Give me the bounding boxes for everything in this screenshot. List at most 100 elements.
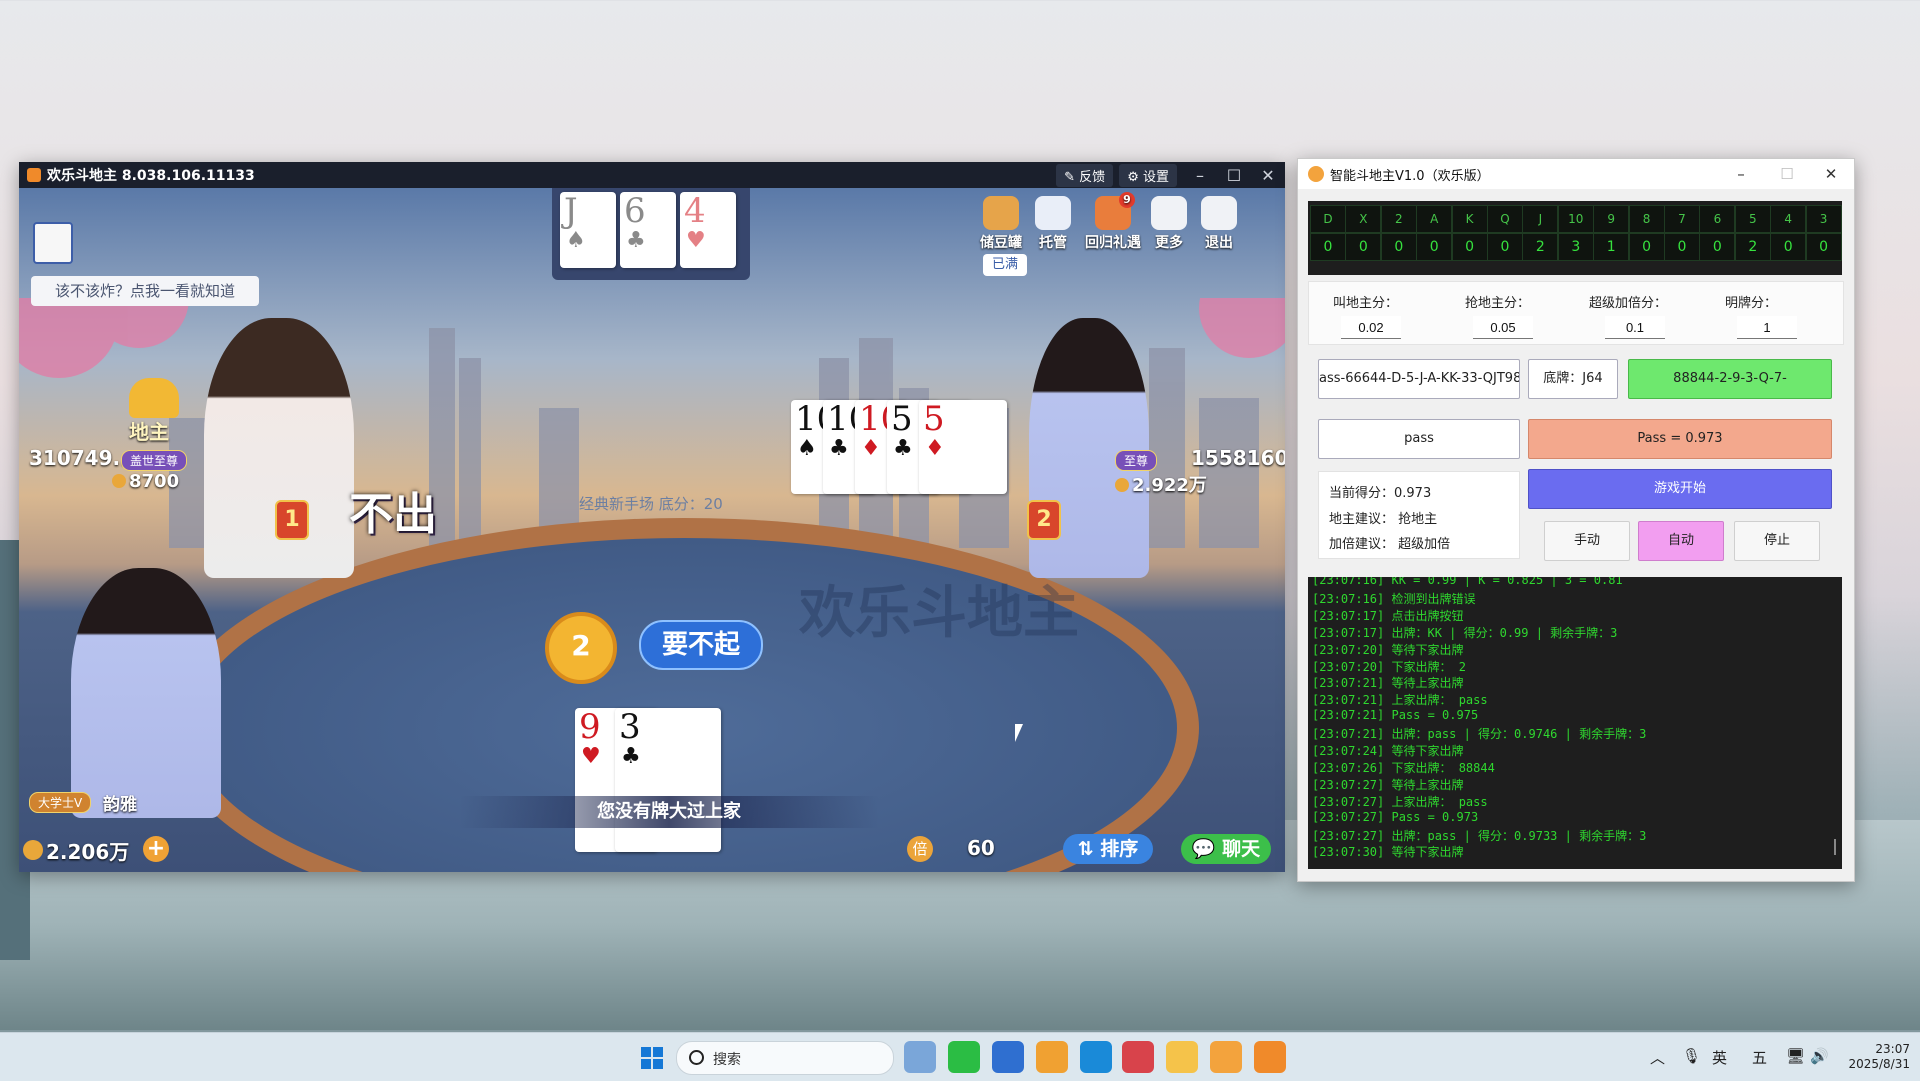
- stop-button[interactable]: 停止: [1734, 521, 1820, 561]
- grab-landlord-input[interactable]: [1473, 316, 1533, 339]
- log-console[interactable]: [23:07:16] KK = 0.99 | K = 0.825 | 3 = 0…: [1308, 577, 1842, 869]
- log-line: [23:07:27] 上家出牌： pass: [1312, 794, 1488, 809]
- pass-field[interactable]: pass: [1318, 419, 1520, 459]
- helper-window: 智能斗地主V1.0（欢乐版） – ☐ ✕ D 0 X 0 2 0 A 0 K 0 Q 0 J 2 10 3 9 1…: [1297, 158, 1855, 882]
- played-card: 5 ♦: [919, 400, 1007, 494]
- auto-button[interactable]: 自动: [1638, 521, 1724, 561]
- log-line: [23:07:27] 出牌：pass | 得分：0.9733 | 剩余手牌：3: [1312, 828, 1647, 843]
- return-gift-button[interactable]: 9 回归礼遇: [1085, 192, 1141, 252]
- taskbar-app-remote-icon[interactable]: [904, 1041, 936, 1073]
- windows-start-icon[interactable]: [641, 1047, 663, 1069]
- return-gift-label: 回归礼遇: [1085, 235, 1141, 251]
- landlord-card: J ♠: [560, 192, 616, 268]
- chat-button[interactable]: 💬 聊天: [1181, 834, 1271, 864]
- taskbar-clock[interactable]: 23:07 2025/8/31: [1840, 1042, 1910, 1072]
- close-icon[interactable]: ✕: [1808, 159, 1854, 189]
- table-logo: 欢乐斗地主: [799, 581, 1079, 646]
- ime-mode[interactable]: 五: [1752, 1047, 1767, 1068]
- taskbar-app-qq-icon[interactable]: [1122, 1041, 1154, 1073]
- landlord-suggestion-text: 地主建议： 抢地主: [1329, 512, 1438, 527]
- log-line: [23:07:27] Pass = 0.973: [1312, 809, 1479, 824]
- network-icon[interactable]: 🖥: [1786, 1047, 1805, 1065]
- log-line: [23:07:21] 出牌：pass | 得分：0.9746 | 剩余手牌：3: [1312, 727, 1647, 742]
- minimize-icon[interactable]: –: [1183, 166, 1217, 185]
- bottom-cards-field[interactable]: 底牌：J64: [1528, 359, 1618, 399]
- taskbar-app-helper-icon[interactable]: [1210, 1041, 1242, 1073]
- taskbar-app-edge-icon[interactable]: [1080, 1041, 1112, 1073]
- bean-jar-icon: [983, 196, 1019, 230]
- right-player-name: 1558160...: [1191, 446, 1285, 470]
- tray-chevron-icon[interactable]: ︿: [1650, 1047, 1665, 1068]
- game-titlebar: 欢乐斗地主 8.038.106.11133 ✎ 反馈 ⚙ 设置 – ☐ ✕: [19, 162, 1285, 188]
- call-landlord-label: 叫地主分：: [1333, 296, 1399, 311]
- right-player-coins-value: 2.922万: [1132, 475, 1207, 496]
- suggested-play-field[interactable]: 88844-2-9-3-Q-7-: [1628, 359, 1832, 399]
- auto-play-button[interactable]: 托管: [1029, 196, 1077, 252]
- taskbar-app-notes-icon[interactable]: [992, 1041, 1024, 1073]
- exit-label: 退出: [1205, 235, 1233, 251]
- sort-button[interactable]: ⇅ 排序: [1063, 834, 1153, 864]
- game-bottom-bar: 2.206万 + 倍 60 ⇅ 排序 💬 聊天: [19, 828, 1285, 872]
- minimize-icon[interactable]: –: [1718, 159, 1764, 189]
- settings-button[interactable]: ⚙ 设置: [1119, 163, 1177, 187]
- grid-header-cell: J: [1522, 205, 1559, 233]
- grid-count-cell: 0: [1310, 233, 1346, 261]
- grid-header-cell: 4: [1770, 205, 1807, 233]
- show-cards-input[interactable]: [1737, 316, 1797, 339]
- card-suit: ♦: [925, 436, 945, 461]
- my-coins-value: 2.206万: [46, 840, 130, 864]
- game-scene: 欢乐斗地主 经典新手场 底分：20 J ♠ 6 ♣ 4 ♥ 储豆罐 已满 托管 …: [19, 188, 1285, 872]
- grid-count-cell: 0: [1451, 233, 1488, 261]
- taskbar-app-wechat-icon[interactable]: [948, 1041, 980, 1073]
- pass-score-field[interactable]: Pass = 0.973: [1528, 419, 1832, 459]
- table-base-score: 经典新手场 底分：20: [579, 495, 723, 513]
- search-icon: [689, 1050, 704, 1065]
- game-start-button[interactable]: 游戏开始: [1528, 469, 1832, 509]
- taskbar-app-search-tool-icon[interactable]: [1036, 1041, 1068, 1073]
- bomb-tip-bubble[interactable]: 该不该炸？点我一看就知道: [31, 276, 259, 306]
- grid-header-cell: 6: [1699, 205, 1736, 233]
- log-line: [23:07:16] 检测到出牌错误: [1312, 591, 1476, 606]
- multiplier-icon: 倍: [907, 836, 933, 862]
- calendar-icon[interactable]: [33, 222, 73, 264]
- taskbar-app-doudizhu-icon[interactable]: [1254, 1041, 1286, 1073]
- exit-button[interactable]: 退出: [1195, 196, 1243, 252]
- score-params: 叫地主分： 抢地主分： 超级加倍分： 明牌分：: [1308, 281, 1844, 345]
- my-coins: 2.206万: [23, 836, 129, 865]
- ime-language[interactable]: 英: [1712, 1047, 1727, 1068]
- maximize-icon[interactable]: ☐: [1764, 159, 1810, 189]
- log-line: [23:07:17] 出牌：KK | 得分：0.99 | 剩余手牌：3: [1312, 625, 1618, 640]
- feedback-label: 反馈: [1079, 169, 1106, 185]
- double-suggestion-text: 加倍建议： 超级加倍: [1329, 537, 1451, 552]
- grid-header-cell: 7: [1664, 205, 1700, 233]
- call-landlord-input[interactable]: [1341, 316, 1401, 339]
- taskbar-search-placeholder: 搜索: [713, 1052, 741, 1068]
- close-icon[interactable]: ✕: [1251, 166, 1285, 185]
- pass-button[interactable]: 要不起: [639, 620, 763, 670]
- bean-jar-button[interactable]: 储豆罐: [977, 196, 1025, 252]
- grid-header-cell: Q: [1487, 205, 1523, 233]
- card-suit: ♣: [621, 744, 641, 769]
- feedback-button[interactable]: ✎ 反馈: [1056, 163, 1114, 187]
- log-line: [23:07:20] 下家出牌： 2: [1312, 659, 1466, 674]
- card-rank: 6: [624, 191, 646, 231]
- my-name: 韵雅: [103, 795, 137, 815]
- left-player-badge: 盖世至尊: [121, 450, 188, 471]
- bean-icon: [1115, 478, 1129, 492]
- manual-button[interactable]: 手动: [1544, 521, 1630, 561]
- super-double-input[interactable]: [1605, 316, 1665, 339]
- more-button[interactable]: 更多: [1145, 196, 1193, 252]
- game-window-title: 欢乐斗地主 8.038.106.11133: [47, 168, 255, 184]
- log-scrollbar[interactable]: [1834, 839, 1836, 855]
- my-avatar: [71, 568, 221, 818]
- taskbar-search[interactable]: 搜索: [676, 1041, 894, 1075]
- history-field[interactable]: ass-66644-D-5-J-A-KK-33-QJT987: [1318, 359, 1520, 399]
- add-coins-icon[interactable]: +: [143, 836, 169, 862]
- maximize-icon[interactable]: ☐: [1217, 166, 1251, 185]
- grid-count-cell: 0: [1664, 233, 1700, 261]
- bean-icon: [112, 474, 126, 488]
- volume-icon[interactable]: 🔊: [1810, 1047, 1829, 1065]
- microphone-icon[interactable]: 🎙: [1682, 1047, 1701, 1065]
- show-cards-label: 明牌分：: [1725, 296, 1778, 311]
- taskbar-app-game-icon[interactable]: [1166, 1041, 1198, 1073]
